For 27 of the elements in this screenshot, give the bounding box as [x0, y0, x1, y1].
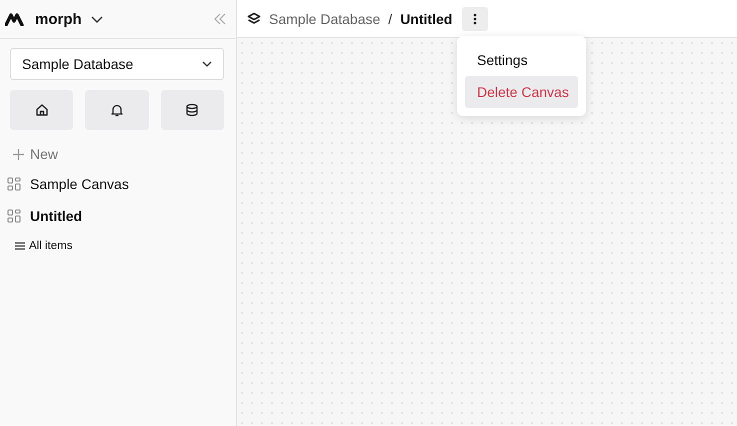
- logo-icon: [5, 12, 27, 26]
- home-icon: [34, 103, 49, 117]
- canvas-item[interactable]: Untitled: [7, 208, 82, 224]
- menu-item[interactable]: Delete Canvas: [465, 76, 578, 108]
- more-button[interactable]: [462, 6, 488, 30]
- breadcrumb-separator: /: [388, 10, 392, 26]
- plus-icon: [13, 148, 24, 160]
- chevron-down-icon: [202, 60, 212, 68]
- collapse-icon[interactable]: [214, 13, 226, 25]
- workspace-name[interactable]: morph: [35, 10, 82, 28]
- menu-item[interactable]: Settings: [465, 44, 578, 76]
- all-items-link[interactable]: All items: [15, 240, 72, 252]
- breadcrumb-link[interactable]: Sample Database: [269, 10, 380, 26]
- layers-icon: [247, 12, 261, 26]
- home-button[interactable]: [10, 90, 74, 130]
- grid-icon: [7, 209, 21, 223]
- database-icon: [185, 103, 200, 117]
- new-button[interactable]: New: [13, 146, 58, 162]
- grid-icon: [7, 177, 21, 191]
- canvas-item[interactable]: Sample Canvas: [7, 176, 129, 192]
- chevron-down-icon[interactable]: [90, 14, 104, 24]
- list-icon: [15, 242, 25, 250]
- database-button[interactable]: [160, 90, 224, 130]
- bell-icon: [110, 103, 124, 117]
- breadcrumb-current: Untitled: [400, 10, 452, 26]
- database-select[interactable]: Sample Database: [10, 48, 224, 80]
- more-icon: [473, 12, 478, 26]
